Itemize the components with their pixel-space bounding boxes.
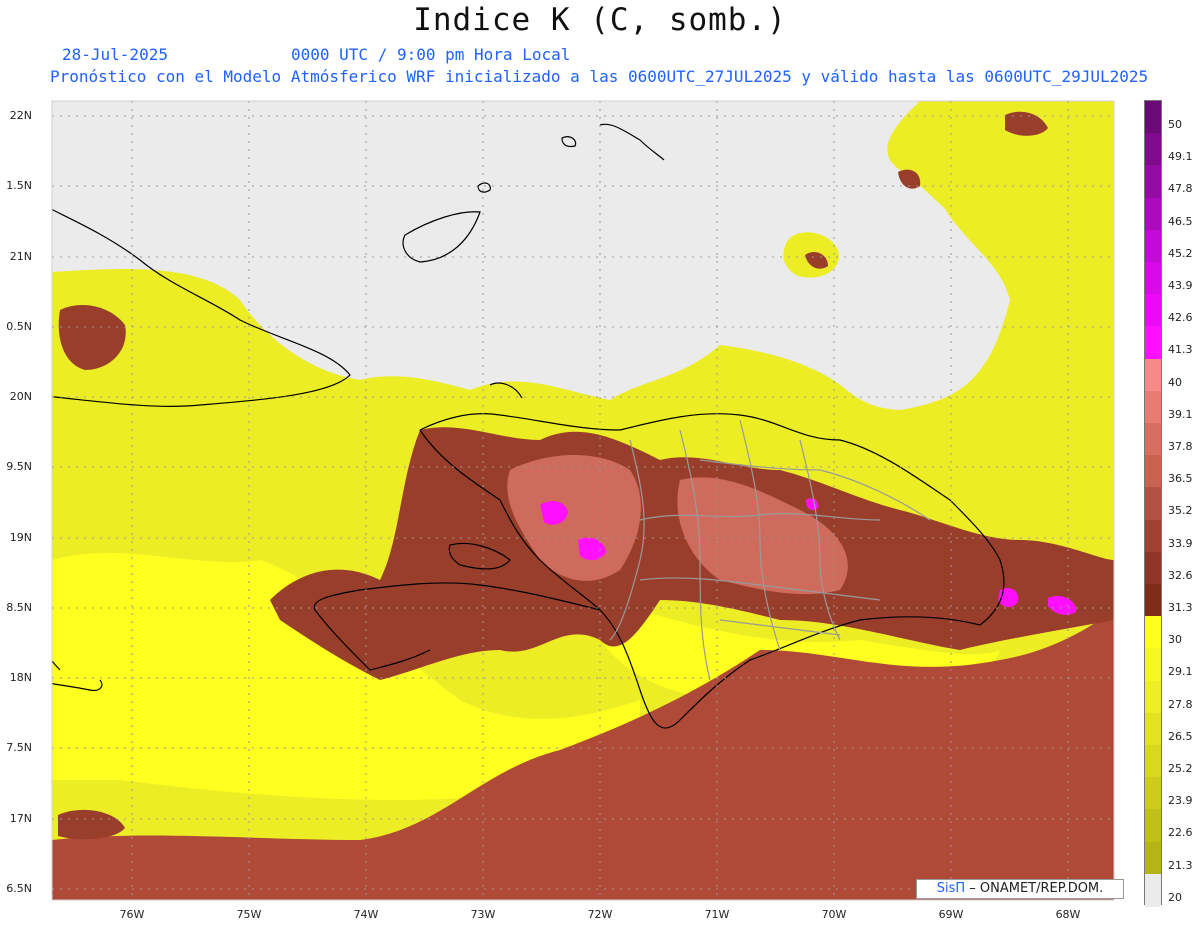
k-index-map[interactable]	[0, 0, 1200, 927]
colorbar-segment	[1145, 680, 1161, 714]
colorbar-label: 50	[1168, 118, 1182, 131]
colorbar-segment	[1145, 165, 1161, 199]
colorbar-segment	[1145, 809, 1161, 843]
sispi-logo-text: SisΠ	[936, 881, 966, 896]
colorbar-segment	[1145, 777, 1161, 811]
map-field	[52, 101, 1114, 900]
colorbar-segment	[1145, 745, 1161, 779]
lat-label: 21N	[9, 250, 32, 263]
colorbar-label: 21.3	[1168, 858, 1193, 872]
lat-label: 22N	[9, 109, 32, 122]
colorbar-segment	[1145, 326, 1161, 360]
colorbar-label: 49.1	[1168, 150, 1193, 164]
colorbar-label: 30	[1168, 633, 1182, 647]
colorbar-label: 20	[1168, 890, 1182, 904]
colorbar-label: 32.6	[1168, 568, 1193, 582]
lon-label: 69W	[938, 908, 964, 921]
lon-label: 73W	[470, 908, 496, 921]
colorbar-segment	[1145, 423, 1161, 457]
lat-label: 0.5N	[6, 320, 32, 333]
colorbar-segment	[1145, 648, 1161, 682]
lat-label: 1.5N	[6, 179, 32, 192]
lat-label: 6.5N	[6, 882, 32, 895]
lon-label: 71W	[704, 908, 730, 921]
colorbar-segment	[1145, 229, 1161, 263]
colorbar-segment	[1145, 551, 1161, 585]
colorbar-label: 42.6	[1168, 311, 1193, 325]
colorbar-segment	[1145, 519, 1161, 553]
colorbar-segment	[1145, 294, 1161, 328]
colorbar-label: 45.2	[1168, 246, 1193, 260]
colorbar-label: 31.3	[1168, 601, 1193, 614]
lat-label: 18N	[9, 671, 32, 684]
lat-label: 8.5N	[6, 601, 32, 614]
lat-label: 17N	[9, 812, 32, 825]
colorbar-label: 36.5	[1168, 472, 1193, 486]
colorbar-segment	[1145, 101, 1161, 135]
colorbar-label: 25.2	[1168, 762, 1193, 775]
colorbar-label: 41.3	[1168, 343, 1193, 357]
colorbar-label: 27.8	[1168, 697, 1193, 711]
colorbar-segment	[1145, 358, 1161, 392]
colorbar-segment	[1145, 197, 1161, 231]
lon-label: 68W	[1055, 908, 1081, 921]
colorbar-segment	[1145, 712, 1161, 746]
colorbar-label: 23.9	[1168, 794, 1193, 808]
lon-label: 76W	[119, 908, 145, 921]
colorbar-label: 39.1	[1168, 407, 1193, 421]
colorbar-label: 40	[1168, 375, 1182, 389]
lon-label: 70W	[821, 908, 847, 921]
colorbar-segment	[1145, 487, 1161, 521]
lat-label: 7.5N	[6, 741, 32, 754]
colorbar-label: 43.9	[1168, 279, 1193, 292]
colorbar-label: 37.8	[1168, 440, 1193, 453]
colorbar-label: 35.2	[1168, 504, 1193, 518]
lat-label: 20N	[9, 390, 32, 403]
lat-label: 19N	[9, 531, 32, 544]
colorbar-segment	[1145, 390, 1161, 424]
colorbar-label: 46.5	[1168, 214, 1193, 228]
credit-text: – ONAMET/REP.DOM.	[969, 881, 1104, 896]
colorbar-label: 47.8	[1168, 182, 1193, 196]
lon-label: 74W	[353, 908, 379, 921]
lon-label: 72W	[587, 908, 613, 921]
colorbar-segment	[1145, 584, 1161, 618]
lon-label: 75W	[236, 908, 262, 921]
colorbar-segment	[1145, 133, 1161, 167]
colorbar-label: 22.6	[1168, 826, 1193, 840]
colorbar	[1144, 100, 1162, 907]
colorbar-label: 26.5	[1168, 729, 1193, 743]
colorbar-segment	[1145, 455, 1161, 489]
colorbar-segment	[1145, 873, 1161, 907]
colorbar-segment	[1145, 841, 1161, 875]
lat-label: 9.5N	[6, 460, 32, 473]
colorbar-segment	[1145, 262, 1161, 296]
colorbar-label: 29.1	[1168, 665, 1193, 679]
credit-box: SisΠ – ONAMET/REP.DOM.	[916, 879, 1124, 899]
colorbar-segment	[1145, 616, 1161, 650]
colorbar-label: 33.9	[1168, 536, 1193, 550]
